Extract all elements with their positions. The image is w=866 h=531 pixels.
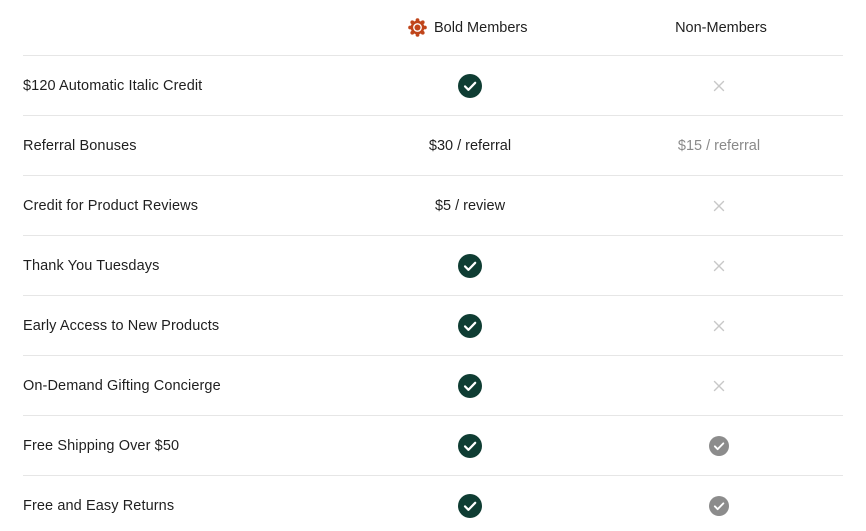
table-row: Credit for Product Reviews $5 / review — [23, 176, 843, 236]
check-icon — [458, 433, 482, 458]
bold-value: $5 / review — [434, 197, 506, 214]
check-icon — [709, 435, 729, 456]
comparison-table: Bold Members Non-Members $120 Automatic … — [23, 0, 843, 531]
table-row: On-Demand Gifting Concierge — [23, 356, 843, 416]
x-icon — [713, 80, 725, 92]
non-members-cell — [619, 296, 819, 355]
check-icon — [458, 253, 482, 278]
check-icon — [709, 495, 729, 516]
non-members-header: Non-Members — [646, 0, 796, 55]
bold-members-cell: $5 / review — [370, 176, 570, 235]
benefit-label: Thank You Tuesdays — [23, 257, 160, 274]
benefit-label: $120 Automatic Italic Credit — [23, 77, 203, 94]
bold-members-cell — [370, 416, 570, 475]
x-icon — [713, 320, 725, 332]
bold-members-header: Bold Members — [408, 0, 558, 55]
benefit-label: On-Demand Gifting Concierge — [23, 377, 221, 394]
check-icon — [458, 493, 482, 518]
bold-members-cell — [370, 476, 570, 531]
benefit-label: Credit for Product Reviews — [23, 197, 199, 214]
table-row: Thank You Tuesdays — [23, 236, 843, 296]
table-row: Free and Easy Returns — [23, 476, 843, 531]
non-members-cell — [619, 236, 819, 295]
bold-badge-icon — [408, 18, 427, 37]
x-icon — [713, 200, 725, 212]
x-icon — [713, 380, 725, 392]
bold-members-cell — [370, 236, 570, 295]
bold-members-cell — [370, 296, 570, 355]
check-icon — [458, 73, 482, 98]
table-row: Referral Bonuses $30 / referral $15 / refe… — [23, 116, 843, 176]
non-members-cell — [619, 416, 819, 475]
check-icon — [458, 373, 482, 398]
bold-members-cell: $30 / referral — [370, 116, 570, 175]
non-value: $15 / referral — [677, 137, 761, 154]
benefit-label: Free Shipping Over $50 — [23, 437, 180, 454]
table-row: Free Shipping Over $50 — [23, 416, 843, 476]
non-members-cell — [619, 356, 819, 415]
bold-value: $30 / referral — [428, 137, 512, 154]
check-icon — [458, 313, 482, 338]
non-members-label: Non-Members — [675, 19, 767, 36]
non-members-cell — [619, 176, 819, 235]
non-members-cell — [619, 56, 819, 115]
x-icon — [713, 260, 725, 272]
bold-members-cell — [370, 356, 570, 415]
table-row: Early Access to New Products — [23, 296, 843, 356]
table-header: Bold Members Non-Members — [23, 0, 843, 56]
benefit-label: Early Access to New Products — [23, 317, 220, 334]
non-members-cell: $15 / referral — [619, 116, 819, 175]
non-members-cell — [619, 476, 819, 531]
benefit-label: Referral Bonuses — [23, 137, 137, 154]
bold-members-label: Bold Members — [434, 19, 528, 36]
benefit-label: Free and Easy Returns — [23, 497, 175, 514]
bold-members-cell — [370, 56, 570, 115]
table-row: $120 Automatic Italic Credit — [23, 56, 843, 116]
